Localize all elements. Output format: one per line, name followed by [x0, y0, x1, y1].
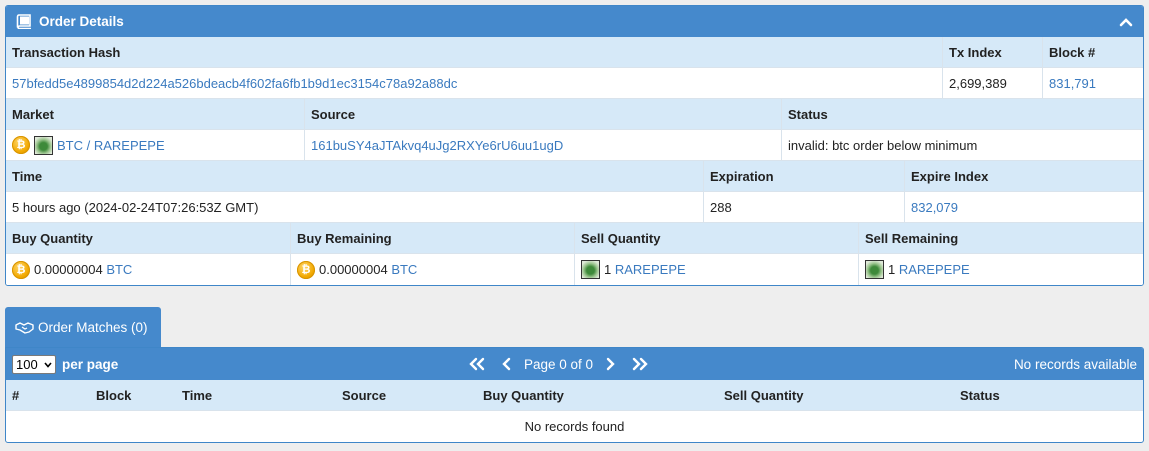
row2-values: ₿ BTC / RAREPEPE 161buSY4aJTAkvq4uJg2RXY…: [6, 130, 1143, 161]
time-value: 5 hours ago (2024-02-24T07:26:53Z GMT): [6, 192, 704, 222]
book-icon: [16, 14, 31, 29]
col-tx-index: Tx Index: [943, 37, 1043, 67]
tab-label: Order Matches (0): [38, 319, 148, 335]
col-status: Status: [960, 387, 1000, 403]
next-page-button[interactable]: [599, 356, 621, 372]
last-page-button[interactable]: [629, 356, 651, 372]
pagination: Page 0 of 0: [466, 348, 651, 380]
empty-state: No records found: [524, 419, 625, 434]
tab-order-matches[interactable]: Order Matches (0): [5, 307, 161, 347]
col-time: Time: [182, 387, 213, 403]
col-sell-quantity: Sell Quantity: [724, 387, 804, 403]
market-link[interactable]: BTC / RAREPEPE: [57, 138, 165, 153]
double-chevron-left-icon: [469, 357, 485, 371]
status-value: invalid: btc order below minimum: [788, 137, 978, 153]
rarepepe-icon: [581, 260, 600, 279]
col-transaction-hash: Transaction Hash: [6, 37, 943, 67]
per-page-label: per page: [62, 356, 119, 372]
col-sell-quantity: Sell Quantity: [575, 223, 859, 253]
col-sell-remaining: Sell Remaining: [865, 230, 959, 246]
col-time: Time: [6, 161, 704, 191]
buy-asset-link[interactable]: BTC: [106, 262, 132, 277]
matches-toolbar: 100 per page Page 0 of 0 No records avai…: [6, 348, 1143, 380]
rarepepe-icon: [865, 260, 884, 279]
row4-header: Buy Quantity Buy Remaining Sell Quantity…: [6, 223, 1143, 254]
chevron-down-icon: [44, 361, 52, 368]
col-number: #: [12, 387, 20, 403]
row4-values: ₿ 0.00000004 BTC ₿ 0.00000004 BTC 1 RARE…: [6, 254, 1143, 285]
matches-table-header: # Block Time Source Buy Quantity Sell Qu…: [6, 380, 1143, 411]
tx-hash-link[interactable]: 57bfedd5e4899854d2d224a526bdeacb4f602fa6…: [12, 76, 457, 91]
order-details-header: Order Details: [6, 6, 1143, 37]
col-buy-remaining: Buy Remaining: [291, 223, 575, 253]
rarepepe-icon: [34, 135, 53, 155]
col-source: Source: [342, 387, 387, 403]
chevron-up-icon[interactable]: [1119, 15, 1133, 29]
sell-remaining-value: 1: [888, 262, 896, 277]
order-details-panel: Order Details Transaction Hash Tx Index …: [5, 5, 1144, 286]
row3-values: 5 hours ago (2024-02-24T07:26:53Z GMT) 2…: [6, 192, 1143, 223]
row3-header: Time Expiration Expire Index: [6, 161, 1143, 192]
first-page-button[interactable]: [466, 356, 488, 372]
sell-quantity-value: 1: [604, 262, 612, 277]
per-page-value: 100: [16, 356, 38, 372]
chevron-right-icon: [606, 357, 615, 371]
col-block: Block #: [1049, 44, 1096, 60]
col-expire-index: Expire Index: [911, 168, 989, 184]
buy-remaining-value: 0.00000004: [319, 262, 388, 277]
source-address-link[interactable]: 161buSY4aJTAkvq4uJg2RXYe6rU6uu1ugD: [311, 138, 563, 153]
expire-index-link[interactable]: 832,079: [911, 200, 958, 215]
double-chevron-right-icon: [632, 357, 648, 371]
prev-page-button[interactable]: [496, 356, 518, 372]
order-matches-panel: 100 per page Page 0 of 0 No records avai…: [5, 347, 1144, 443]
panel-title: Order Details: [39, 14, 124, 29]
row2-header: Market Source Status: [6, 99, 1143, 130]
btc-coin-icon: ₿: [12, 136, 30, 154]
sell-asset-link[interactable]: RAREPEPE: [615, 262, 686, 277]
buy-quantity-value: 0.00000004: [34, 262, 103, 277]
btc-coin-icon: ₿: [12, 260, 30, 279]
per-page-select[interactable]: 100: [12, 354, 56, 374]
tx-index-value: 2,699,389: [943, 68, 1043, 98]
records-status: No records available: [1013, 356, 1137, 372]
col-market: Market: [6, 99, 305, 129]
btc-coin-icon: ₿: [297, 260, 315, 279]
col-expiration: Expiration: [704, 161, 905, 191]
handshake-icon: [15, 321, 34, 334]
col-block: Block: [96, 387, 132, 403]
row1-values: 57bfedd5e4899854d2d224a526bdeacb4f602fa6…: [6, 68, 1143, 99]
col-buy-quantity: Buy Quantity: [6, 223, 291, 253]
chevron-left-icon: [502, 357, 511, 371]
col-buy-quantity: Buy Quantity: [483, 387, 564, 403]
page-indicator: Page 0 of 0: [524, 356, 594, 372]
row1-header: Transaction Hash Tx Index Block #: [6, 37, 1143, 68]
col-source: Source: [305, 99, 782, 129]
expiration-value: 288: [704, 192, 905, 222]
buy-remaining-asset-link[interactable]: BTC: [391, 262, 417, 277]
col-status: Status: [788, 106, 828, 122]
sell-remaining-asset-link[interactable]: RAREPEPE: [899, 262, 970, 277]
block-link[interactable]: 831,791: [1049, 76, 1096, 91]
